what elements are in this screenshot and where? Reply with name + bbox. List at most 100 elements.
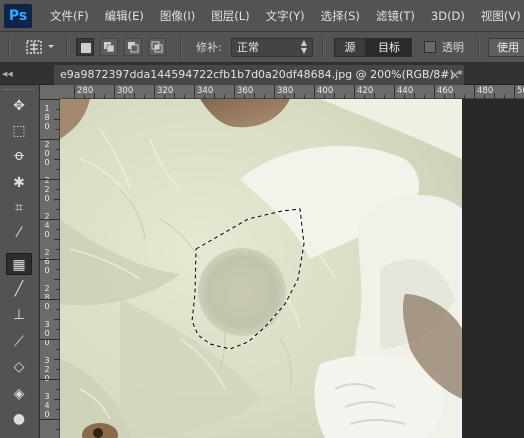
tool-preset-picker[interactable] [24,32,58,62]
menu-items: 文件(F) 编辑(E) 图像(I) 图层(L) 文字(Y) 选择(S) 滤镜(T… [42,0,524,32]
ruler-label: 8 [44,113,50,122]
brush-tool-icon[interactable]: ╱ [6,278,32,300]
ruler-minor-tick [40,259,60,260]
magic-wand-tool-icon[interactable]: ✱ [6,172,32,194]
ruler-label: 2 [44,248,50,257]
transparent-label: 透明 [442,41,464,54]
panel-collapse-icon[interactable]: ◀◀ [2,70,13,78]
transparent-checkbox[interactable] [424,41,436,53]
subtract-selection-button[interactable] [124,38,142,56]
blur-tool-icon[interactable]: ● [6,408,32,430]
ruler-minor-tick [40,99,60,100]
ruler-minor-tick [40,339,60,340]
menu-image[interactable]: 图像(I) [152,0,203,32]
options-separator [180,37,182,58]
ruler-tick [194,85,195,99]
ruler-label: 1 [44,104,50,113]
ruler-tick [274,85,275,99]
stamp-tool-icon[interactable]: ⊥ [6,304,32,326]
menu-filter[interactable]: 滤镜(T) [368,0,423,32]
ruler-label: 8 [44,293,50,302]
ruler-label: 480 [477,86,494,96]
ruler-label: 3 [44,392,50,401]
document-tab-bar: ◀◀ e9a9872397dda144594722cfb1b7d0a20df48… [0,63,524,85]
ruler-label: 400 [317,86,334,96]
menu-3d[interactable]: 3D(D) [423,0,473,32]
vertical-ruler[interactable]: 180200220240260280300320340 [40,99,60,438]
ruler-origin[interactable] [40,85,60,99]
ruler-label: 300 [117,86,134,96]
menu-type[interactable]: 文字(Y) [258,0,313,32]
ruler-label: 0 [44,194,50,203]
ruler-tick [154,85,155,99]
ruler-label: 440 [397,86,414,96]
intersect-selection-icon [151,41,163,53]
toolbox: ✥ ⬚ ꝋ ✱ ⌗ ⁄ ▦ ╱ ⊥ ⟋ ◇ ◈ ● [0,85,40,438]
intersect-selection-button[interactable] [148,38,166,56]
add-to-selection-button[interactable] [100,38,118,56]
move-tool-icon[interactable]: ✥ [6,95,32,117]
menu-edit[interactable]: 编辑(E) [97,0,152,32]
menu-select[interactable]: 选择(S) [313,0,368,32]
ruler-tick [434,85,435,99]
ruler-label: 0 [44,329,50,338]
ruler-tick [394,85,395,99]
ruler-label: 340 [197,86,214,96]
ruler-label: 280 [77,86,94,96]
ruler-label: 0 [44,266,50,275]
ruler-tick [74,85,75,99]
menu-view[interactable]: 视图(V) [473,0,524,32]
patch-selection-outline[interactable] [60,99,462,438]
ruler-tick [354,85,355,99]
ruler-minor-tick [40,179,60,180]
options-grip [8,37,10,58]
ruler-label: 380 [277,86,294,96]
marquee-tool-icon[interactable]: ⬚ [6,120,32,142]
patch-tool-icon[interactable]: ▦ [6,253,32,275]
ruler-tick [514,85,515,99]
ruler-label: 2 [44,365,50,374]
ruler-label: 360 [237,86,254,96]
eraser-tool-icon[interactable]: ◇ [6,356,32,378]
ruler-label: 320 [157,86,174,96]
menu-file[interactable]: 文件(F) [42,0,97,32]
options-separator [478,37,480,58]
ruler-label: 500 [517,86,524,96]
ruler-label: 3 [44,320,50,329]
history-brush-tool-icon[interactable]: ⟋ [6,331,32,353]
ruler-label: 4 [44,221,50,230]
canvas-area[interactable] [60,99,524,438]
crop-tool-icon[interactable]: ⌗ [6,197,32,219]
ruler-label: 4 [44,401,50,410]
ruler-tick [114,85,115,99]
horizontal-ruler[interactable]: 280 300 320 340 360 380 400 420 440 460 480 500 [60,85,524,99]
ruler-label: 0 [44,230,50,239]
ruler-label: 0 [44,338,50,347]
ruler-minor-tick [40,379,60,380]
new-selection-button[interactable] [76,38,94,56]
photo-canvas[interactable] [60,99,462,438]
ruler-minor-tick [40,419,60,420]
use-pattern-button[interactable]: 使用 [488,38,524,57]
ruler-minor-tick [40,219,60,220]
updown-arrows-icon: ▲ ▼ [300,38,307,55]
ruler-label: 0 [44,410,50,419]
paint-bucket-tool-icon[interactable]: ◈ [6,383,32,405]
patch-mode-value: 正常 [237,41,259,54]
options-separator [66,37,68,58]
ruler-label: 3 [44,356,50,365]
ruler-label: 0 [44,158,50,167]
menu-layer[interactable]: 图层(L) [203,0,257,32]
ruler-label: 460 [437,86,454,96]
ruler-minor-tick [40,139,60,140]
options-bar: 修补: 正常 ▲ ▼ 源 目标 透明 使用 [0,32,524,63]
close-tab-icon[interactable]: × [450,65,460,85]
destination-toggle[interactable]: 目标 [366,38,412,57]
ruler-tick [314,85,315,99]
lasso-tool-icon[interactable]: ꝋ [6,145,32,167]
document-tab[interactable]: e9a9872397dda144594722cfb1b7d0a20df48684… [54,65,464,85]
ruler-tick [474,85,475,99]
source-toggle[interactable]: 源 [334,38,366,57]
patch-mode-select[interactable]: 正常 ▲ ▼ [231,38,313,57]
eyedropper-tool-icon[interactable]: ⁄ [6,222,32,244]
